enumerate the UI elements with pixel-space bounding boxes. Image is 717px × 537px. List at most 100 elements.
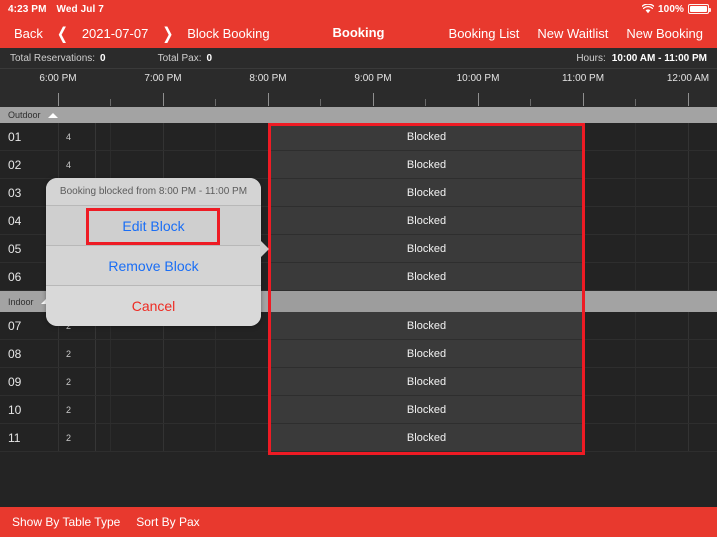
chevron-right-icon[interactable]: ❯ — [162, 25, 173, 41]
ruler-tick-minor — [110, 99, 111, 106]
grid-line — [215, 368, 216, 395]
grid-line — [215, 340, 216, 367]
ruler-label: 12:00 AM — [666, 73, 710, 84]
grid-line — [95, 424, 96, 451]
blocked-cell[interactable]: Blocked — [268, 151, 585, 179]
hours-value: 10:00 AM - 11:00 PM — [611, 52, 707, 64]
sort-by-pax-button[interactable]: Sort By Pax — [136, 515, 199, 529]
blocked-cell[interactable]: Blocked — [268, 312, 585, 340]
remove-block-button[interactable]: Remove Block — [46, 246, 261, 286]
grid-line — [688, 368, 689, 395]
ruler-label: 6:00 PM — [39, 73, 77, 84]
total-reservations-label: Total Reservations: — [10, 52, 96, 64]
table-pax: 2 — [66, 377, 72, 387]
table-number: 10 — [8, 403, 22, 417]
blocked-cell[interactable]: Blocked — [268, 207, 585, 235]
bottom-toolbar: Show By Table Type Sort By Pax — [0, 507, 717, 537]
new-booking-button[interactable]: New Booking — [626, 26, 703, 41]
grid-line — [635, 263, 636, 290]
table-number: 07 — [8, 319, 22, 333]
grid-line — [688, 235, 689, 262]
grid-line — [163, 396, 164, 423]
ruler-tick-major — [688, 93, 689, 106]
time-ruler[interactable]: 6:00 PM 7:00 PM 8:00 PM 9:00 PM 10:00 PM 11:0… — [0, 69, 717, 107]
grid-line — [688, 340, 689, 367]
chevron-left-icon[interactable]: ❮ — [57, 25, 68, 41]
section-name: Outdoor — [8, 110, 41, 120]
blocked-cell[interactable]: Blocked — [268, 263, 585, 291]
table-number: 11 — [8, 431, 21, 445]
grid-line — [635, 368, 636, 395]
ruler-tick-major — [58, 93, 59, 106]
blocked-cell[interactable]: Blocked — [268, 368, 585, 396]
ruler-tick-major — [268, 93, 269, 106]
ruler-tick-minor — [215, 99, 216, 106]
nav-right-group: Booking List New Waitlist New Booking — [449, 26, 717, 41]
back-button[interactable]: Back — [14, 26, 43, 41]
ruler-tick-minor — [635, 99, 636, 106]
blocked-cell[interactable]: Blocked — [268, 396, 585, 424]
ruler-tick-major — [373, 93, 374, 106]
table-pax: 2 — [66, 349, 72, 359]
blocked-cell[interactable]: Blocked — [268, 424, 585, 452]
edit-block-button[interactable]: Edit Block — [46, 206, 261, 246]
popover-arrow-icon — [260, 240, 269, 258]
grid-line — [110, 424, 111, 451]
caret-up-icon[interactable] — [47, 112, 58, 118]
battery-full-icon — [688, 4, 711, 14]
grid-line — [95, 151, 96, 178]
popover-title: Booking blocked from 8:00 PM - 11:00 PM — [46, 178, 261, 206]
grid-line — [110, 368, 111, 395]
blocked-cell[interactable]: Blocked — [268, 123, 585, 151]
hours-group: Hours: 10:00 AM - 11:00 PM — [576, 53, 707, 64]
grid-line — [95, 396, 96, 423]
blocked-cell[interactable]: Blocked — [268, 235, 585, 263]
show-by-table-type-button[interactable]: Show By Table Type — [12, 515, 120, 529]
ruler-label: 10:00 PM — [456, 73, 500, 84]
ruler-label: 8:00 PM — [249, 73, 287, 84]
current-date-label[interactable]: 2021-07-07 — [82, 26, 149, 41]
grid-line — [635, 235, 636, 262]
grid-line — [215, 151, 216, 178]
grid-line — [688, 396, 689, 423]
grid-line — [110, 151, 111, 178]
status-bar-time: 4:23 PM — [8, 3, 47, 15]
total-pax: Total Pax: 0 — [158, 53, 212, 64]
blocked-cell[interactable]: Blocked — [268, 179, 585, 207]
grid-line — [95, 123, 96, 150]
new-waitlist-button[interactable]: New Waitlist — [537, 26, 608, 41]
popover-inner: Booking blocked from 8:00 PM - 11:00 PM … — [46, 178, 261, 326]
blocked-cell[interactable]: Blocked — [268, 340, 585, 368]
ruler-tick-minor — [530, 99, 531, 106]
table-number: 04 — [8, 214, 22, 228]
table-pax: 2 — [66, 433, 72, 443]
ruler-tick-major — [478, 93, 479, 106]
grid-line — [163, 340, 164, 367]
table-pax: 2 — [66, 405, 72, 415]
ruler-tick-major — [583, 93, 584, 106]
total-pax-value: 0 — [206, 52, 213, 64]
ruler-tick-minor — [320, 99, 321, 106]
grid-line — [635, 424, 636, 451]
status-bar-date: Wed Jul 7 — [56, 3, 104, 15]
grid-line — [215, 123, 216, 150]
section-header-outdoor[interactable]: Outdoor — [0, 107, 717, 123]
grid-line — [688, 312, 689, 339]
grid-line — [163, 368, 164, 395]
grid-line — [58, 424, 59, 451]
nav-left-group: Back ❮ 2021-07-07 ❯ Block Booking — [0, 25, 270, 41]
booking-list-button[interactable]: Booking List — [449, 26, 520, 41]
grid-line — [688, 263, 689, 290]
table-number: 03 — [8, 186, 22, 200]
block-booking-button[interactable]: Block Booking — [187, 26, 269, 41]
grid-line — [95, 368, 96, 395]
total-reservations-value: 0 — [100, 52, 106, 64]
cancel-button[interactable]: Cancel — [46, 286, 261, 326]
hours-label: Hours: — [576, 52, 606, 64]
battery-percent-label: 100% — [658, 3, 684, 15]
table-pax: 4 — [66, 132, 72, 142]
grid-line — [163, 123, 164, 150]
table-number: 05 — [8, 242, 22, 256]
grid-line — [635, 179, 636, 206]
table-number: 01 — [8, 130, 22, 144]
